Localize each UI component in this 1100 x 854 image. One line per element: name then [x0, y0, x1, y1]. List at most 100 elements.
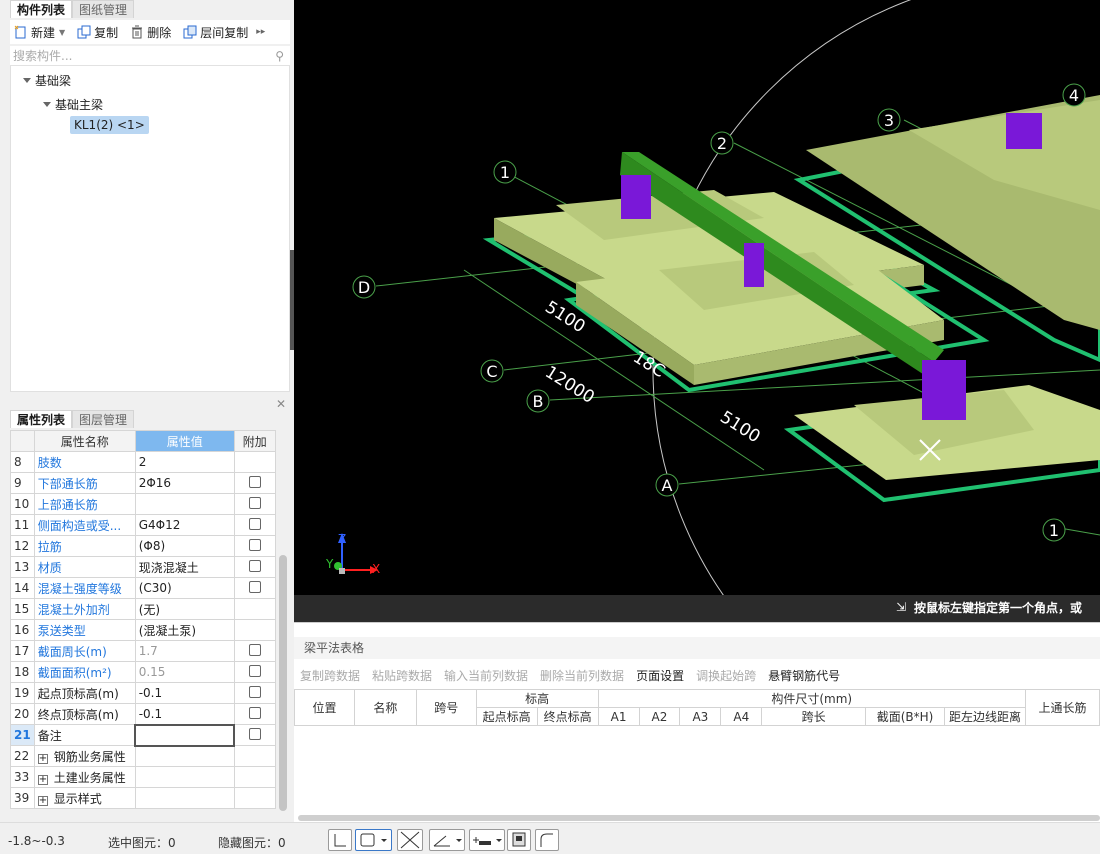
property-value[interactable]: -0.1 [134, 703, 235, 725]
delete-button[interactable]: 删除 [130, 24, 171, 41]
grid-tool-button[interactable]: 删除当前列数据 [540, 667, 624, 684]
property-row[interactable]: 21 备注 [10, 723, 276, 747]
property-value[interactable]: 1.7 [134, 640, 235, 662]
property-value[interactable]: -0.1 [134, 682, 235, 704]
property-row[interactable]: 15 混凝土外加剂 (无) [10, 598, 276, 620]
grid-tool-button[interactable]: 粘贴跨数据 [372, 667, 432, 684]
property-row[interactable]: 16 泵送类型 (混凝土泵) [10, 619, 276, 641]
property-row[interactable]: 11 侧面构造或受... G4Φ12 [10, 514, 276, 536]
grid-horizontal-scrollbar[interactable] [298, 815, 1100, 821]
header-property-value: 属性值 [134, 430, 235, 452]
select-mode-button[interactable] [355, 829, 392, 851]
new-icon [14, 25, 28, 39]
property-scrollbar[interactable] [279, 555, 287, 811]
property-value[interactable]: 2 [134, 451, 235, 473]
floor-copy-button[interactable]: 层间复制 [183, 24, 248, 41]
extra-checkbox[interactable] [248, 727, 261, 740]
property-row[interactable]: 19 起点顶标高(m) -0.1 [10, 682, 276, 704]
property-value[interactable]: G4Φ12 [134, 514, 235, 536]
axis-label-d: D [352, 275, 376, 299]
tree-node-foundation-beam[interactable]: 基础梁 [23, 72, 71, 89]
property-row[interactable]: 10 上部通长筋 [10, 493, 276, 515]
property-row[interactable]: 8 肢数 2 [10, 451, 276, 473]
property-row[interactable]: 14 混凝土强度等级 (C30) [10, 577, 276, 599]
property-value[interactable]: (无) [134, 598, 235, 620]
selected-count: 选中图元：0 [108, 836, 176, 850]
extra-checkbox[interactable] [248, 559, 261, 572]
property-row[interactable]: 18 截面面积(m²) 0.15 [10, 661, 276, 683]
group-extra [233, 766, 276, 788]
property-value[interactable]: (Φ8) [134, 535, 235, 557]
property-row[interactable]: 17 截面周长(m) 1.7 [10, 640, 276, 662]
property-name: 混凝土外加剂 [33, 598, 136, 620]
grid-tool-button[interactable]: 页面设置 [636, 667, 684, 684]
property-value[interactable]: 2Φ16 [134, 472, 235, 494]
expand-plus-icon[interactable]: + [37, 774, 48, 785]
tab-property-list[interactable]: 属性列表 [10, 410, 73, 428]
svg-text:C: C [486, 362, 497, 381]
property-value[interactable]: (混凝土泵) [134, 619, 235, 641]
expand-plus-icon[interactable]: + [37, 753, 48, 764]
grid-tool-button[interactable]: 输入当前列数据 [444, 667, 528, 684]
property-row[interactable]: 12 拉筋 (Φ8) [10, 535, 276, 557]
extra-checkbox[interactable] [248, 685, 261, 698]
extra-checkbox[interactable] [248, 496, 261, 509]
property-row[interactable]: 9 下部通长筋 2Φ16 [10, 472, 276, 494]
grid-tool-button[interactable]: 调换起始跨 [696, 667, 756, 684]
display-button[interactable] [507, 829, 531, 851]
search-input[interactable]: 搜索构件... ⚲ [10, 46, 290, 66]
elevation-range: -1.8~-0.3 [8, 834, 65, 848]
copy-label: 复制 [94, 25, 119, 40]
property-value[interactable]: 现浇混凝土 [134, 556, 235, 578]
property-group-row[interactable]: 33 + 土建业务属性 [10, 766, 276, 788]
tab-layer-manage[interactable]: 图层管理 [72, 410, 135, 428]
property-group-row[interactable]: 22 + 钢筋业务属性 [10, 745, 276, 767]
tab-component-list[interactable]: 构件列表 [10, 0, 73, 18]
extra-checkbox[interactable] [248, 664, 261, 677]
group-value [134, 745, 235, 767]
axis-gizmo: Z Y X [325, 532, 380, 576]
expand-plus-icon[interactable]: + [37, 795, 48, 806]
search-icon[interactable]: ⚲ [275, 46, 284, 66]
tab-drawing-manage[interactable]: 图纸管理 [72, 0, 135, 18]
tree-node-main-beam[interactable]: 基础主梁 [43, 96, 103, 113]
extra-cell [233, 535, 276, 557]
svg-text:X: X [372, 562, 380, 576]
header-position: 位置 [294, 689, 355, 726]
tree-node-kl1[interactable]: KL1(2) <1> [70, 116, 149, 134]
ortho-toggle-button[interactable] [328, 829, 352, 851]
extra-cell [233, 661, 276, 683]
extra-checkbox[interactable] [248, 538, 261, 551]
extra-checkbox[interactable] [248, 517, 261, 530]
row-index: 13 [10, 556, 35, 578]
expand-icon[interactable] [23, 78, 31, 83]
curve-button[interactable] [535, 829, 559, 851]
grid-tool-button[interactable]: 复制跨数据 [300, 667, 360, 684]
header-property-name: 属性名称 [33, 430, 136, 452]
extra-checkbox[interactable] [248, 580, 261, 593]
model-canvas[interactable]: 1 2 3 4 D C B A 1 5100 12000 18C 5100 Z … [294, 0, 1100, 622]
new-button[interactable]: 新建 ▼ [14, 24, 65, 41]
snap-button[interactable] [469, 829, 505, 851]
property-value[interactable]: 0.15 [134, 661, 235, 683]
more-tools-icon[interactable]: ▸▸ [256, 27, 265, 37]
property-group-row[interactable]: 39 + 显示样式 [10, 787, 276, 809]
close-icon[interactable]: ✕ [276, 397, 286, 411]
3d-viewport[interactable]: 1 2 3 4 D C B A 1 5100 12000 18C 5100 Z … [294, 0, 1100, 622]
angle-button[interactable] [429, 829, 465, 851]
expand-icon[interactable] [43, 102, 51, 107]
property-row[interactable]: 13 材质 现浇混凝土 [10, 556, 276, 578]
property-value[interactable] [134, 723, 236, 747]
new-dropdown-icon[interactable]: ▼ [59, 28, 65, 37]
property-value[interactable] [134, 493, 235, 515]
property-name: 上部通长筋 [33, 493, 136, 515]
extra-checkbox[interactable] [248, 643, 261, 656]
row-index: 17 [10, 640, 35, 662]
property-value[interactable]: (C30) [134, 577, 235, 599]
extra-checkbox[interactable] [248, 706, 261, 719]
extra-checkbox[interactable] [248, 475, 261, 488]
property-row[interactable]: 20 终点顶标高(m) -0.1 [10, 703, 276, 725]
copy-button[interactable]: 复制 [77, 24, 118, 41]
cross-toggle-button[interactable] [397, 829, 423, 851]
grid-tool-button[interactable]: 悬臂钢筋代号 [768, 667, 840, 684]
